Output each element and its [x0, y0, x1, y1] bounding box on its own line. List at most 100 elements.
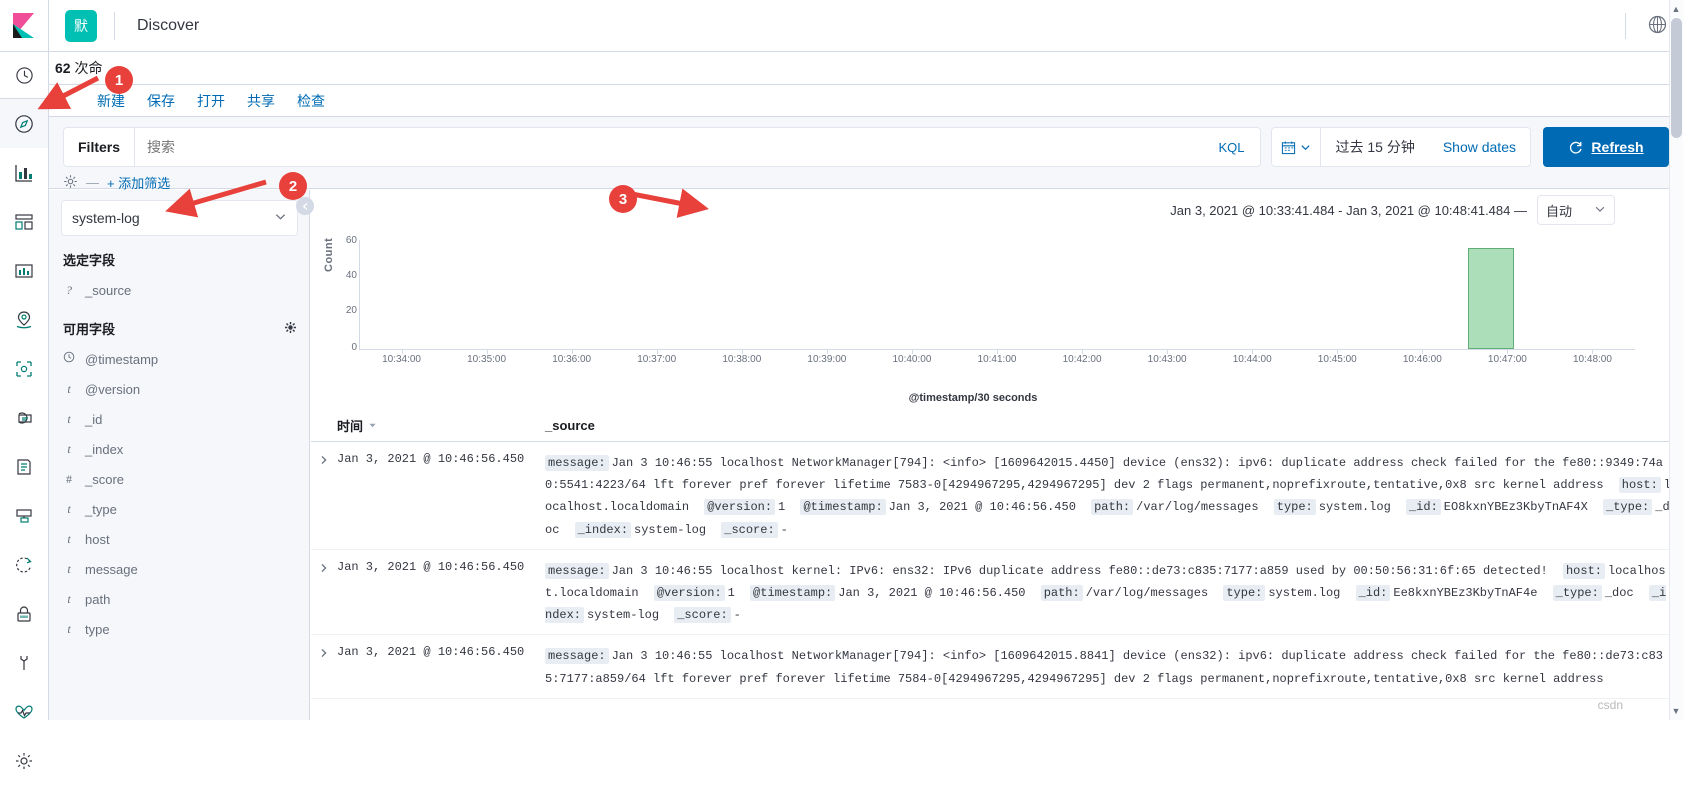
field-row-score[interactable]: # _score — [61, 464, 297, 494]
field-row-type[interactable]: t type — [61, 614, 297, 644]
refresh-button[interactable]: Refresh — [1543, 127, 1669, 167]
kql-button[interactable]: KQL — [1202, 140, 1260, 155]
refresh-icon — [1570, 141, 1582, 154]
kibana-logo-cell[interactable] — [0, 0, 49, 51]
sidebar-item-maps[interactable] — [0, 295, 48, 344]
field-type-icon: t — [67, 561, 71, 576]
menu-inspect[interactable]: 检查 — [297, 91, 325, 111]
x-tick-label: 10:47:00 — [1487, 354, 1527, 365]
y-tick-40: 40 — [345, 270, 357, 281]
sidebar-item-machine-learning[interactable] — [0, 344, 48, 393]
x-tick-mark — [571, 350, 573, 354]
sidebar-collapse-button[interactable] — [296, 197, 314, 215]
available-fields-header: 可用字段 — [63, 319, 297, 338]
field-sidebar: system-log 选定字段 ? _source 可用字段 @timestam… — [49, 190, 310, 720]
menu-share[interactable]: 共享 — [247, 91, 275, 111]
field-settings-gear-icon[interactable] — [284, 321, 297, 337]
chevron-left-icon — [302, 202, 307, 210]
page-scrollbar[interactable]: ▲ ▼ — [1669, 0, 1683, 720]
field-type-icon: t — [67, 381, 71, 396]
hits-count-label: 次命 — [74, 60, 103, 76]
table-row[interactable]: Jan 3, 2021 @ 10:46:56.450 message: Jan 3… — [311, 635, 1673, 699]
histogram-bar[interactable] — [1467, 248, 1514, 349]
field-key-host: host: — [1562, 562, 1605, 579]
row-source: message: Jan 3 10:46:55 localhost Network… — [545, 452, 1673, 541]
heartbeat-icon — [15, 705, 33, 719]
field-key-timestamp: @timestamp: — [800, 499, 886, 516]
menu-open[interactable]: 打开 — [197, 91, 225, 111]
help-circle-icon[interactable] — [1648, 15, 1667, 37]
filter-settings-gear-icon[interactable] — [63, 174, 78, 192]
field-name: @timestamp — [85, 351, 159, 367]
x-tick-label: 10:39:00 — [807, 354, 847, 365]
sidebar-item-security[interactable] — [0, 589, 48, 638]
field-row-type-meta[interactable]: t _type — [61, 494, 297, 524]
row-source: message: Jan 3 10:46:55 localhost kernel:… — [545, 560, 1673, 627]
time-column-header[interactable]: 时间 — [337, 416, 545, 435]
dashboard-icon — [15, 213, 33, 230]
header-divider — [114, 11, 115, 40]
x-tick-mark — [401, 350, 403, 354]
chart-time-range-text: Jan 3, 2021 @ 10:33:41.484 - Jan 3, 2021… — [1170, 202, 1527, 218]
field-row-host[interactable]: t host — [61, 524, 297, 554]
field-value-timestamp: Jan 3, 2021 @ 10:46:56.450 — [838, 585, 1026, 600]
x-tick-mark — [1507, 350, 1509, 354]
field-key-message: message: — [545, 648, 609, 665]
canvas-icon — [15, 263, 33, 278]
index-pattern-value: system-log — [72, 210, 140, 226]
field-row-id[interactable]: t _id — [61, 404, 297, 434]
field-row-timestamp[interactable]: @timestamp — [61, 344, 297, 374]
table-header-row: 时间 _source — [311, 410, 1673, 442]
sidebar-item-visualize[interactable] — [0, 148, 48, 197]
sidebar-item-apm[interactable] — [0, 393, 48, 442]
field-row-index[interactable]: t _index — [61, 434, 297, 464]
field-row-path[interactable]: t path — [61, 584, 297, 614]
x-tick-mark — [741, 350, 743, 354]
field-name: _index — [85, 441, 124, 457]
time-column-label: 时间 — [337, 419, 364, 434]
x-tick-mark — [656, 350, 658, 354]
interval-select[interactable]: 自动 — [1537, 195, 1615, 225]
menu-save[interactable]: 保存 — [147, 91, 175, 111]
field-name: message — [85, 561, 138, 577]
calendar-dropdown-button[interactable] — [1272, 128, 1322, 166]
sidebar-item-monitoring[interactable] — [0, 687, 48, 736]
interval-value: 自动 — [1546, 203, 1573, 219]
search-input[interactable] — [135, 128, 1203, 166]
sidebar-item-management[interactable] — [0, 736, 48, 785]
sidebar-item-dashboard[interactable] — [0, 197, 48, 246]
sidebar-item-dev-tools[interactable] — [0, 638, 48, 687]
field-row-source[interactable]: ? _source — [61, 275, 297, 305]
show-dates-button[interactable]: Show dates — [1429, 139, 1530, 155]
scroll-down-arrow-icon[interactable]: ▼ — [1670, 704, 1682, 718]
sidebar-item-canvas[interactable] — [0, 246, 48, 295]
expand-row-button[interactable] — [311, 452, 337, 541]
field-row-message[interactable]: t message — [61, 554, 297, 584]
discover-menu-bar: 新建 保存 打开 共享 检查 — [49, 85, 1683, 117]
x-tick-mark — [1592, 350, 1594, 354]
chevron-right-icon — [321, 563, 327, 572]
sidebar-item-discover[interactable] — [0, 99, 48, 148]
filters-button[interactable]: Filters — [63, 127, 135, 167]
date-range-text[interactable]: 过去 15 分钟 — [1321, 137, 1428, 157]
space-badge[interactable]: 默 — [65, 9, 97, 42]
sidebar-item-logs[interactable] — [0, 442, 48, 491]
scroll-up-arrow-icon[interactable]: ▲ — [1670, 2, 1682, 16]
x-tick-mark — [911, 350, 913, 354]
sidebar-item-metrics[interactable] — [0, 491, 48, 540]
query-row: Filters KQL 过去 15 分钟 Show dates — [49, 117, 1683, 167]
sidebar-item-recently-viewed[interactable] — [0, 52, 48, 99]
uptime-icon — [16, 556, 32, 573]
field-key-doctype: _type: — [1603, 499, 1653, 516]
table-row[interactable]: Jan 3, 2021 @ 10:46:56.450 message: Jan 3… — [311, 550, 1673, 636]
scrollbar-thumb[interactable] — [1671, 18, 1682, 138]
sidebar-item-uptime[interactable] — [0, 540, 48, 589]
field-key-doctype: _type: — [1552, 584, 1602, 601]
bar-chart-icon — [15, 164, 32, 182]
index-pattern-select[interactable]: system-log — [61, 200, 298, 236]
expand-row-button[interactable] — [311, 560, 337, 627]
field-row-version[interactable]: t @version — [61, 374, 297, 404]
expand-row-button[interactable] — [311, 645, 337, 689]
table-row[interactable]: Jan 3, 2021 @ 10:46:56.450 message: Jan 3… — [311, 442, 1673, 550]
field-type-icon: t — [67, 591, 71, 606]
